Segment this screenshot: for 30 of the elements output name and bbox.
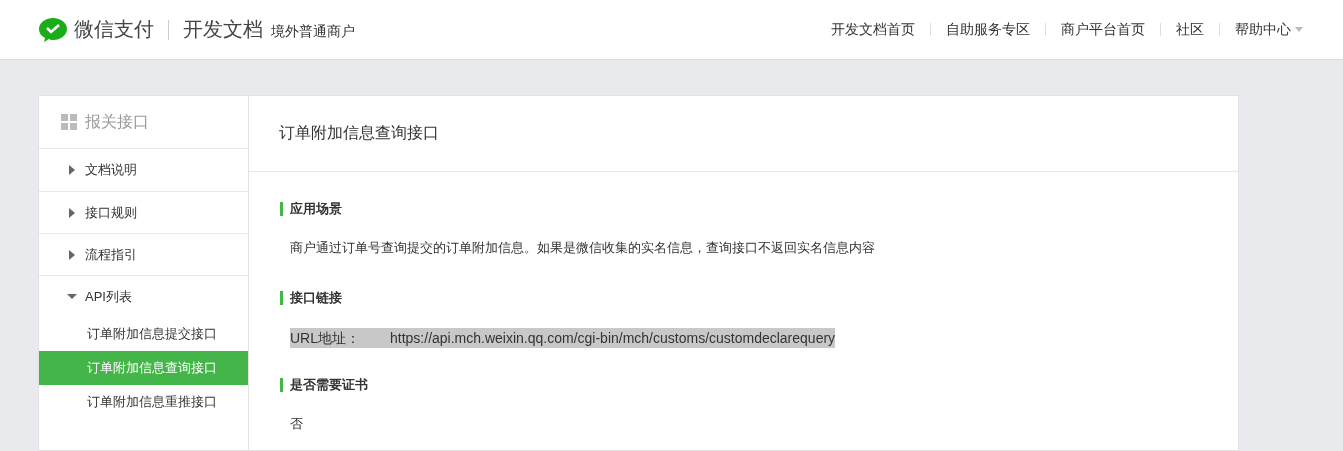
sidebar-section[interactable]: 流程指引 [39,233,248,275]
caret-down-icon [1295,27,1303,32]
nav-link[interactable]: 开发文档首页 [831,20,915,39]
url-label: URL地址： [290,329,360,348]
brand-name: 微信支付 [74,17,154,42]
sidebar-item[interactable]: 订单附加信息重推接口 [39,385,248,419]
sidebar-item[interactable]: 订单附加信息提交接口 [39,317,248,351]
section-text: 否 [289,415,304,433]
section-heading: 是否需要证书 [280,378,1208,392]
url-value: https://api.mch.weixin.qq.com/cgi-bin/mch/customs/customdeclarequery [390,329,836,348]
caret-right-icon [67,249,77,260]
section-heading: 应用场景 [280,202,1208,216]
sidebar-title: 报关接口 [85,111,149,132]
caret-right-icon [67,207,77,218]
nav-link[interactable]: 商户平台首页 [1061,20,1145,39]
caret-right-icon [67,165,77,175]
subtitle: 境外普通商户 [271,22,355,41]
sidebar-section[interactable]: 文档说明 [39,149,248,191]
product-title: 开发文档 [183,17,263,42]
sidebar-section[interactable]: API列表 [39,275,248,317]
nav-link[interactable]: 自助服务专区 [946,20,1030,39]
chat-bubble-check-icon [38,16,68,43]
caret-down-icon [67,291,77,302]
section-text: 商户通过订单号查询提交的订单附加信息。如果是微信收集的实名信息，查询接口不返回实名信息内容 [289,239,876,257]
page-title: 订单附加信息查询接口 [249,96,1238,172]
sidebar-section[interactable]: 接口规则 [39,191,248,233]
nav-dropdown[interactable]: 帮助中心 [1235,20,1303,39]
grid-icon [61,114,77,130]
nav-link[interactable]: 社区 [1176,20,1204,39]
section-heading: 接口链接 [280,291,1208,305]
